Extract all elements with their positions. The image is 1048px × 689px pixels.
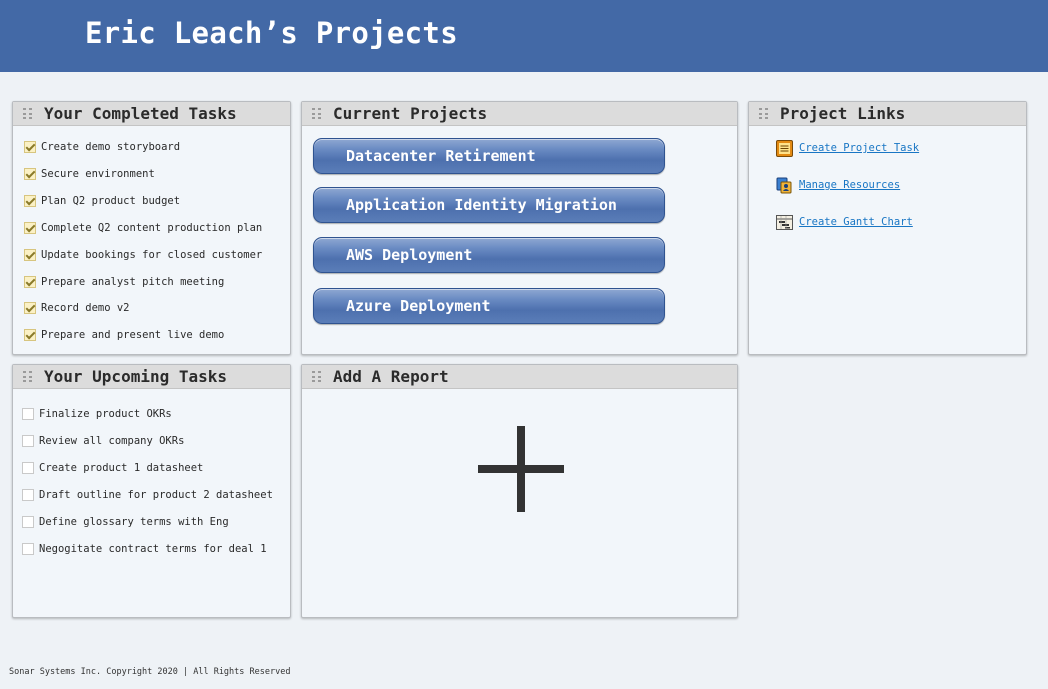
link-create-gantt-chart[interactable]: Create Gantt Chart [775,211,913,233]
panel-header: Your Completed Tasks [13,102,290,126]
completed-task[interactable]: Create demo storyboard [24,139,180,155]
completed-task[interactable]: Secure environment [24,166,155,182]
completed-task[interactable]: Prepare analyst pitch meeting [24,274,224,290]
checkbox-checked[interactable] [24,249,36,261]
drag-handle-icon[interactable] [312,108,321,120]
checkbox-unchecked[interactable] [22,489,34,501]
upcoming-task[interactable]: Negogitate contract terms for deal 1 [22,541,267,557]
completed-task[interactable]: Plan Q2 product budget [24,193,180,209]
current-projects-panel: Current Projects Datacenter Retirement A… [301,101,738,355]
checkbox-unchecked[interactable] [22,435,34,447]
page-header: Eric Leach’s Projects [0,0,1048,72]
drag-handle-icon[interactable] [312,371,321,383]
checkbox-unchecked[interactable] [22,516,34,528]
checkbox-checked[interactable] [24,302,36,314]
upcoming-task[interactable]: Finalize product OKRs [22,406,172,422]
checkbox-checked[interactable] [24,168,36,180]
drag-handle-icon[interactable] [759,108,768,120]
task-label: Negogitate contract terms for deal 1 [39,543,267,555]
task-label: Finalize product OKRs [39,408,172,420]
checkbox-unchecked[interactable] [22,462,34,474]
panel-header: Your Upcoming Tasks [13,365,290,389]
add-report-panel: Add A Report [301,364,738,618]
checkbox-checked[interactable] [24,222,36,234]
task-label: Secure environment [41,168,155,180]
task-label: Plan Q2 product budget [41,195,181,207]
footer-copyright: Sonar Systems Inc. Copyright 2020 | All … [9,667,291,677]
link-manage-resources[interactable]: Manage Resources [775,174,900,196]
project-links-panel: Project Links Create Project Task Manage… [748,101,1027,355]
panel-title: Your Upcoming Tasks [44,367,228,386]
task-list-icon [776,139,793,157]
project-label: AWS Deployment [346,246,473,264]
gantt-chart-icon [776,214,793,230]
drag-handle-icon[interactable] [23,108,32,120]
project-label: Datacenter Retirement [346,147,536,165]
project-button-application-identity-migration[interactable]: Application Identity Migration [313,187,665,223]
upcoming-task[interactable]: Create product 1 datasheet [22,460,203,476]
task-label: Review all company OKRs [39,435,185,447]
link-label[interactable]: Create Project Task [799,142,919,154]
panel-title: Project Links [780,104,906,123]
checkbox-unchecked[interactable] [22,408,34,420]
task-label: Draft outline for product 2 datasheet [39,489,273,501]
checkbox-checked[interactable] [24,141,36,153]
plus-icon[interactable] [478,426,564,512]
panel-title: Add A Report [333,367,449,386]
project-label: Azure Deployment [346,297,491,315]
panel-title: Your Completed Tasks [44,104,237,123]
link-create-project-task[interactable]: Create Project Task [775,137,919,159]
drag-handle-icon[interactable] [23,371,32,383]
task-label: Update bookings for closed customer [41,249,263,261]
completed-task[interactable]: Update bookings for closed customer [24,247,262,263]
task-label: Record demo v2 [41,302,130,314]
task-label: Complete Q2 content production plan [41,222,263,234]
checkbox-checked[interactable] [24,195,36,207]
resources-icon [776,177,792,193]
task-label: Create product 1 datasheet [39,462,204,474]
project-button-azure-deployment[interactable]: Azure Deployment [313,288,665,324]
link-label[interactable]: Create Gantt Chart [799,216,913,228]
completed-task[interactable]: Complete Q2 content production plan [24,220,262,236]
completed-task[interactable]: Record demo v2 [24,300,130,316]
checkbox-unchecked[interactable] [22,543,34,555]
upcoming-task[interactable]: Review all company OKRs [22,433,184,449]
link-label[interactable]: Manage Resources [799,179,900,191]
checkbox-checked[interactable] [24,276,36,288]
upcoming-task[interactable]: Define glossary terms with Eng [22,514,229,530]
panel-header: Current Projects [302,102,737,126]
completed-task[interactable]: Prepare and present live demo [24,327,224,343]
project-label: Application Identity Migration [346,196,617,214]
panel-header: Project Links [749,102,1026,126]
page-title: Eric Leach’s Projects [85,16,458,50]
upcoming-task[interactable]: Draft outline for product 2 datasheet [22,487,273,503]
project-button-aws-deployment[interactable]: AWS Deployment [313,237,665,273]
task-label: Prepare analyst pitch meeting [41,276,225,288]
task-label: Define glossary terms with Eng [39,516,229,528]
checkbox-checked[interactable] [24,329,36,341]
completed-tasks-panel: Your Completed Tasks Create demo storybo… [12,101,291,355]
panel-header: Add A Report [302,365,737,389]
upcoming-tasks-panel: Your Upcoming Tasks Finalize product OKR… [12,364,291,618]
task-label: Create demo storyboard [41,141,181,153]
project-button-datacenter-retirement[interactable]: Datacenter Retirement [313,138,665,174]
task-label: Prepare and present live demo [41,329,225,341]
panel-title: Current Projects [333,104,488,123]
